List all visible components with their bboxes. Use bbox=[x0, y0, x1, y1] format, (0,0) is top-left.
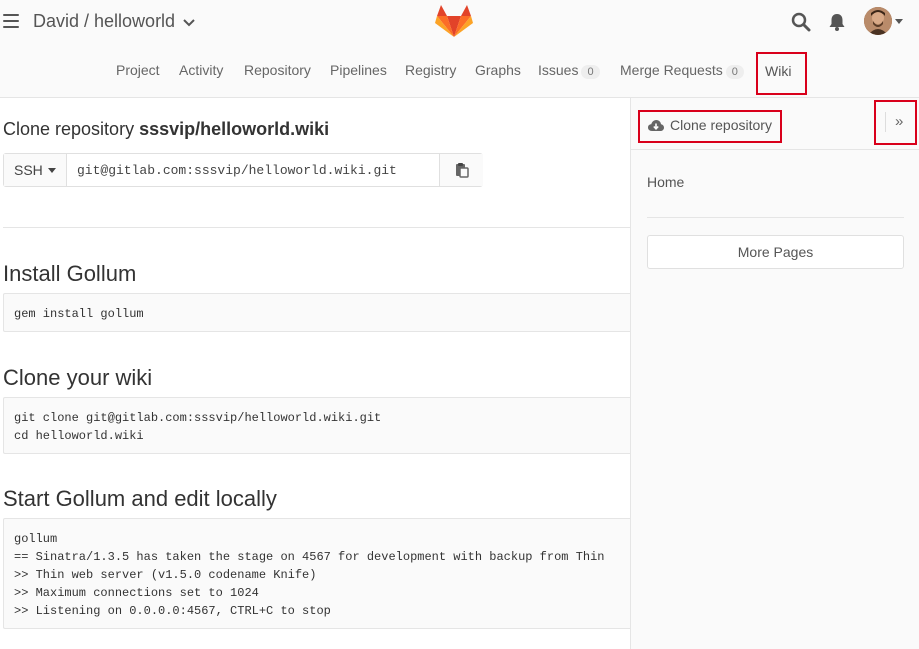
merge-requests-count-badge: 0 bbox=[725, 65, 744, 79]
nav-registry[interactable]: Registry bbox=[405, 62, 456, 78]
caret-down-icon bbox=[48, 168, 56, 173]
search-icon[interactable] bbox=[791, 12, 811, 37]
copy-url-button[interactable] bbox=[439, 154, 483, 186]
start-gollum-heading: Start Gollum and edit locally bbox=[3, 486, 277, 511]
top-header: David / helloworld bbox=[0, 0, 919, 44]
clone-wiki-heading: Clone your wiki bbox=[3, 365, 153, 390]
protocol-label: SSH bbox=[14, 162, 43, 178]
project-title: David / helloworld bbox=[33, 11, 176, 31]
user-avatar[interactable] bbox=[864, 7, 892, 35]
chevron-down-icon bbox=[183, 11, 195, 32]
sidebar-header: Clone repository » bbox=[631, 98, 919, 150]
sidebar-page-home[interactable]: Home bbox=[647, 174, 684, 190]
double-chevron-right-icon: » bbox=[895, 113, 904, 130]
hamburger-menu-icon[interactable] bbox=[3, 14, 19, 28]
wiki-sidebar: Clone repository » Home More Pages bbox=[630, 98, 919, 649]
clone-repository-heading: Clone repository sssvip/helloworld.wiki bbox=[3, 119, 329, 140]
nav-issues-label: Issues bbox=[538, 62, 579, 78]
nav-project[interactable]: Project bbox=[116, 62, 160, 78]
more-pages-button[interactable]: More Pages bbox=[647, 235, 904, 269]
sidebar-clone-label: Clone repository bbox=[670, 117, 772, 133]
avatar-caret-icon[interactable] bbox=[895, 19, 903, 24]
nav-graphs[interactable]: Graphs bbox=[475, 62, 521, 78]
nav-merge-requests[interactable]: Merge Requests 0 bbox=[620, 62, 744, 79]
clone-url-input[interactable] bbox=[67, 154, 439, 186]
protocol-dropdown[interactable]: SSH bbox=[4, 154, 67, 186]
project-nav: Project Activity Repository Pipelines Re… bbox=[0, 44, 919, 98]
clone-url-group: SSH bbox=[3, 153, 483, 187]
section-divider bbox=[3, 227, 630, 228]
bell-icon[interactable] bbox=[827, 12, 847, 37]
nav-activity[interactable]: Activity bbox=[179, 62, 223, 78]
start-gollum-code: gollum == Sinatra/1.3.5 has taken the st… bbox=[3, 518, 630, 629]
nav-pipelines[interactable]: Pipelines bbox=[330, 62, 387, 78]
install-gollum-code: gem install gollum bbox=[3, 293, 630, 332]
clone-title-repo: sssvip/helloworld.wiki bbox=[139, 119, 330, 139]
nav-wiki[interactable]: Wiki bbox=[756, 52, 807, 95]
toggle-separator bbox=[885, 112, 886, 132]
clipboard-icon bbox=[456, 163, 469, 178]
issues-count-badge: 0 bbox=[581, 65, 600, 79]
clone-title-prefix: Clone repository bbox=[3, 119, 135, 139]
install-gollum-heading: Install Gollum bbox=[3, 261, 137, 286]
project-title-dropdown[interactable]: David / helloworld bbox=[33, 11, 195, 32]
nav-repository[interactable]: Repository bbox=[244, 62, 311, 78]
nav-issues[interactable]: Issues 0 bbox=[538, 62, 600, 79]
cloud-download-icon bbox=[648, 120, 664, 131]
clone-wiki-code: git clone git@gitlab.com:sssvip/hellowor… bbox=[3, 397, 630, 454]
sidebar-divider bbox=[647, 217, 904, 218]
nav-merge-requests-label: Merge Requests bbox=[620, 62, 723, 78]
sidebar-collapse-button[interactable]: » bbox=[874, 100, 917, 145]
sidebar-clone-repository-button[interactable]: Clone repository bbox=[638, 110, 782, 143]
gitlab-logo[interactable] bbox=[435, 4, 473, 38]
